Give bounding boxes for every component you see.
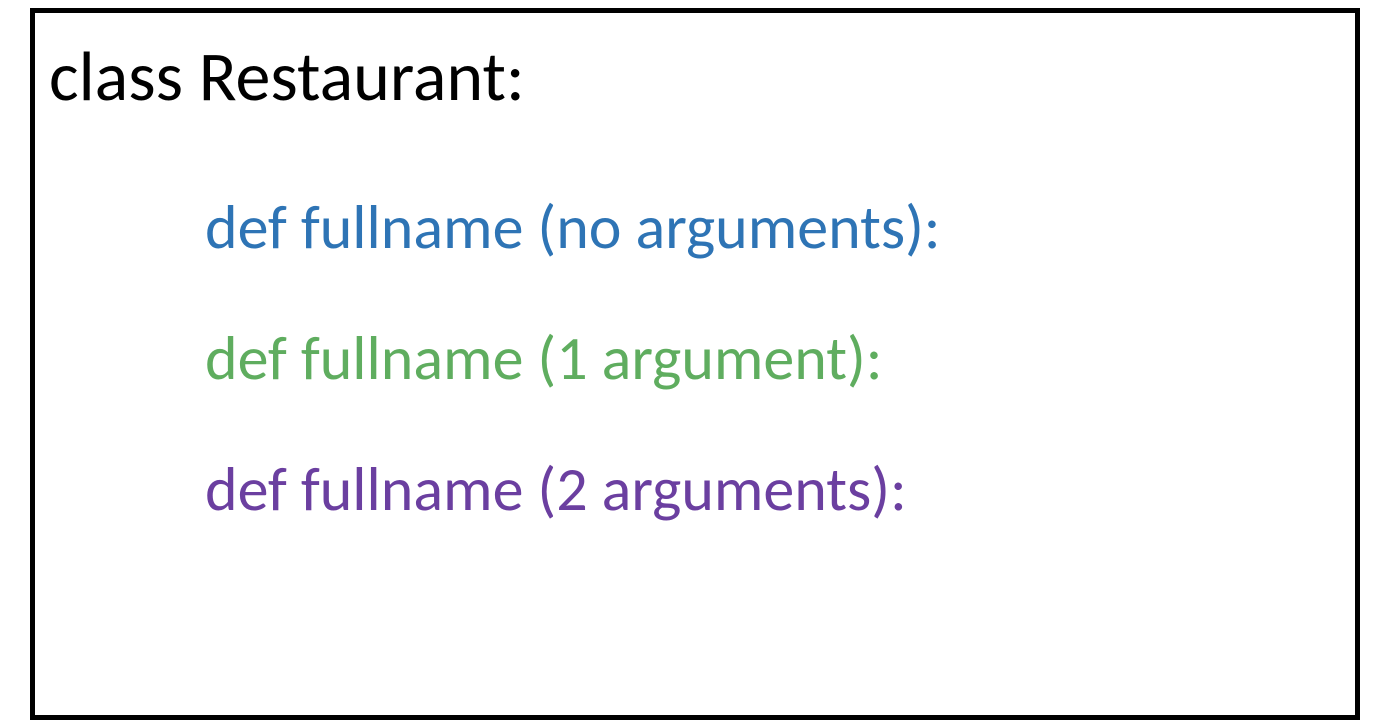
method-def-no-args: def fullname (no arguments):	[205, 189, 1345, 265]
method-def-one-arg: def fullname (1 argument):	[205, 320, 1345, 396]
class-declaration: class Restaurant:	[49, 33, 1345, 119]
code-diagram-box: class Restaurant: def fullname (no argum…	[30, 8, 1360, 720]
method-def-two-args: def fullname (2 arguments):	[205, 451, 1345, 527]
